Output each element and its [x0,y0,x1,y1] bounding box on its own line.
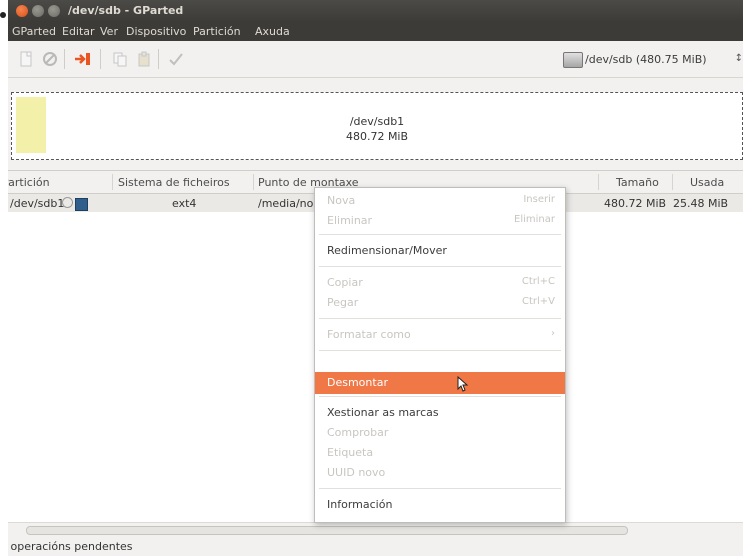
menu-item-label: Eliminar [327,214,373,227]
menu-item-label: Formatar como [327,328,411,341]
device-selector-label: /dev/sdb (480.75 MiB) [585,53,707,66]
column-separator [112,174,113,190]
menu-item-label: Comprobar [327,426,389,439]
menu-item-desmontar[interactable]: Desmontar [315,372,565,394]
maximize-window-button[interactable] [48,5,60,17]
toolbar-separator [158,49,159,69]
menu-separator [319,266,561,267]
status-bar: 0 operacións pendentes [8,537,743,556]
used-cell: 25.48 MiB [673,197,729,210]
menu-separator [319,488,561,489]
menu-separator [319,396,561,397]
pending-operations-status: 0 operacións pendentes [8,540,133,553]
delete-icon[interactable] [42,51,58,67]
menu-axuda[interactable]: Axuda [255,25,290,38]
menu-item-shortcut: Ctrl+V [521,296,555,307]
window-title: /dev/sdb - GParted [68,4,184,17]
mouse-pointer-icon [457,375,469,395]
menu-item-label: Redimensionar/Mover [327,244,447,257]
column-header-sistema[interactable]: Sistema de ficheiros [118,176,230,189]
horizontal-scrollbar[interactable] [8,522,743,537]
menu-item-label: Pegar [327,296,359,309]
disk-icon [563,52,583,68]
resize-move-icon[interactable] [74,51,90,67]
size-cell: 480.72 MiB [604,197,667,210]
paste-icon[interactable] [136,51,152,67]
menu-gparted[interactable]: GParted [12,25,56,38]
partition-map[interactable]: /dev/sdb1 480.72 MiB [11,92,743,160]
menu-item-redimensionar-mover[interactable]: Redimensionar/Mover [315,240,565,262]
menu-item-xestionar-marcas[interactable]: Xestionar as marcas [315,402,565,424]
menu-item-comprobar[interactable]: Comprobar [315,422,565,444]
menu-item-eliminar[interactable]: Eliminar Eliminar [315,210,565,232]
menu-item-etiqueta[interactable]: Etiqueta [315,442,565,464]
bullet-marker [0,12,6,18]
menu-bar: GParted Editar Ver Dispositivo Partición… [8,22,743,41]
partition-map-name: /dev/sdb1 [349,115,405,128]
menu-item-label: Etiqueta [327,446,374,459]
partition-map-size: 480.72 MiB [345,130,409,143]
gparted-window: /dev/sdb - GParted GParted Editar Ver Di… [8,0,743,556]
column-header-usada[interactable]: Usada [690,176,724,189]
context-menu: Nova Inserir Eliminar Eliminar Redimensi… [314,187,566,523]
toolbar: /dev/sdb (480.75 MiB) ↕ [8,41,743,78]
menu-item-shortcut: Ctrl+C [521,276,555,287]
scrollbar-thumb[interactable] [26,526,628,535]
menu-item-nova[interactable]: Nova Inserir [315,190,565,212]
filesystem-cell: ext4 [172,197,197,210]
menu-item-shortcut: Inserir [523,194,555,205]
title-bar: /dev/sdb - GParted [8,0,743,22]
column-separator [253,174,254,190]
toolbar-separator [64,49,65,69]
column-header-tamano[interactable]: Tamaño [616,176,659,189]
partition-cell: /dev/sdb1 [10,197,65,210]
column-separator [672,174,673,190]
menu-separator [319,318,561,319]
menu-item-copiar[interactable]: Copiar Ctrl+C [315,272,565,294]
menu-editar[interactable]: Editar [62,25,95,38]
new-icon[interactable] [18,51,34,67]
toolbar-separator [100,49,101,69]
device-selector[interactable]: /dev/sdb (480.75 MiB) ↕ [563,50,743,70]
menu-separator [319,350,561,351]
menu-item-label: Desmontar [327,376,388,389]
menu-item-label: Copiar [327,276,363,289]
menu-item-label: UUID novo [327,466,386,479]
menu-item-formatar-como[interactable]: Formatar como › [315,324,565,346]
menu-separator [319,234,561,235]
menu-item-uuid-novo[interactable]: UUID novo [315,462,565,484]
lock-status-icon [62,197,73,208]
menu-item-label: Nova [327,194,356,207]
copy-icon[interactable] [112,51,128,67]
menu-item-informacion[interactable]: Información [315,494,565,516]
menu-item-shortcut: Eliminar [514,214,555,225]
menu-item-label: Xestionar as marcas [327,406,439,419]
menu-ver[interactable]: Ver [100,25,118,38]
menu-item-pegar[interactable]: Pegar Ctrl+V [315,292,565,314]
column-separator [598,174,599,190]
menu-particion[interactable]: Partición [193,25,241,38]
filesystem-color-swatch [75,198,88,211]
apply-icon[interactable] [168,51,184,67]
minimize-window-button[interactable] [32,5,44,17]
column-header-particion[interactable]: Partición [8,176,50,189]
submenu-arrow-icon: › [551,328,555,339]
menu-item-label: Información [327,498,393,511]
menu-dispositivo[interactable]: Dispositivo [126,25,186,38]
dropdown-arrow-icon: ↕ [734,53,743,64]
close-window-button[interactable] [16,5,28,17]
